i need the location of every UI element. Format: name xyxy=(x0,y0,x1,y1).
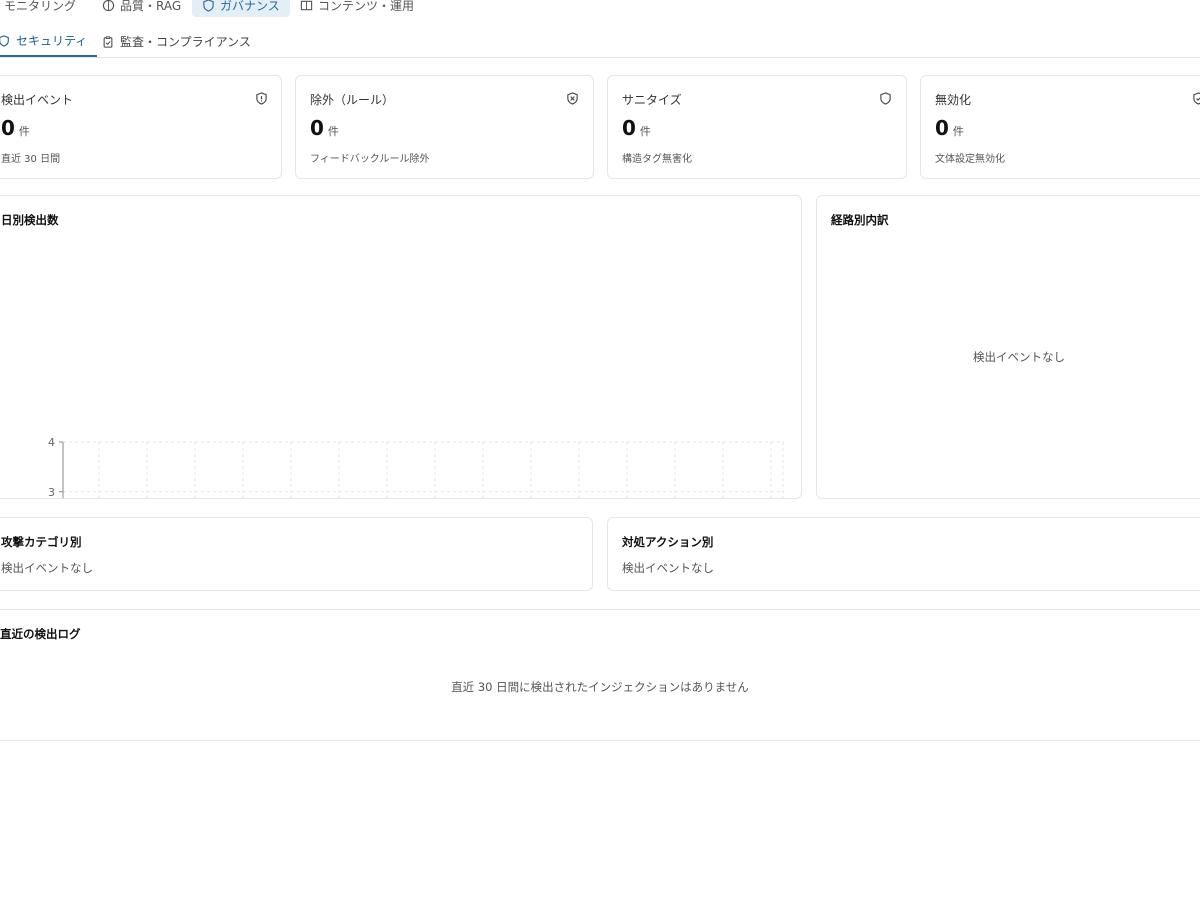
empty-message: 直近 30 日間に検出されたインジェクションはありません xyxy=(451,680,749,694)
stat-unit: 件 xyxy=(327,125,339,138)
stat-number: 0 xyxy=(1,116,15,140)
shield-check-icon xyxy=(1193,92,1200,105)
stat-card-detected-events: 検出イベント 0件 直近 30 日間 xyxy=(0,75,282,179)
stat-unit: 件 xyxy=(18,125,30,138)
y-tick-label: 3 xyxy=(48,486,55,499)
subtab-security[interactable]: セキュリティ xyxy=(0,26,98,57)
stat-title: 無効化 xyxy=(935,93,972,107)
shield-icon xyxy=(880,92,891,105)
empty-message: 検出イベントなし xyxy=(973,350,1065,364)
tab-label: 品質・RAG xyxy=(120,0,182,13)
subtab-audit-compliance[interactable]: 監査・コンプライアンス xyxy=(102,26,251,57)
stat-title: サニタイズ xyxy=(622,93,682,107)
recent-detection-log: 直近の検出ログ 直近 30 日間に検出されたインジェクションはありません xyxy=(0,609,1200,741)
stat-number: 0 xyxy=(935,116,949,140)
shield-icon xyxy=(203,0,214,12)
empty-message: 検出イベントなし xyxy=(622,561,714,575)
stat-card-sanitize: サニタイズ 0件 構造タグ無害化 xyxy=(607,75,907,179)
shield-icon xyxy=(0,34,9,47)
stat-note: 直近 30 日間 xyxy=(1,154,61,165)
action-breakdown-card: 対処アクション別 検出イベントなし xyxy=(607,517,1200,591)
empty-message: 検出イベントなし xyxy=(1,561,93,575)
stat-card-excluded-rules: 除外（ルール） 0件 フィードバックルール除外 xyxy=(295,75,594,179)
stat-card-disabled: 無効化 0件 文体設定無効化 xyxy=(920,75,1200,179)
tab-label: コンテンツ・運用 xyxy=(318,0,415,13)
stat-title: 除外（ルール） xyxy=(310,93,395,107)
daily-detection-chart-card: 日別検出数 0123405-3006-0106-0306-0506-0706-0… xyxy=(0,195,802,499)
subtab-label: セキュリティ xyxy=(16,34,88,48)
brain-icon xyxy=(102,0,115,12)
stat-title: 検出イベント xyxy=(1,93,74,107)
stat-number: 0 xyxy=(622,116,636,140)
shield-alert-icon xyxy=(256,92,267,105)
tab-label: モニタリング xyxy=(4,0,77,13)
clipboard-check-icon xyxy=(103,35,113,48)
section-title: 直近の検出ログ xyxy=(0,627,81,641)
stat-value: 0件 xyxy=(1,116,30,140)
attack-category-card: 攻撃カテゴリ別 検出イベントなし xyxy=(0,517,593,591)
subtab-label: 監査・コンプライアンス xyxy=(120,35,251,49)
y-tick-label: 4 xyxy=(48,436,55,449)
tab-governance[interactable]: ガバナンス xyxy=(192,0,290,17)
stat-value: 0件 xyxy=(310,116,339,140)
tab-monitoring[interactable]: モニタリング xyxy=(0,0,76,17)
stat-note: 文体設定無効化 xyxy=(935,154,1005,165)
stat-value: 0件 xyxy=(622,116,651,140)
daily-detection-chart: 0123405-3006-0106-0306-0506-0706-0906-11… xyxy=(48,436,784,499)
tab-label: ガバナンス xyxy=(220,0,280,13)
section-title: 攻撃カテゴリ別 xyxy=(1,535,82,549)
tab-content-operations[interactable]: コンテンツ・運用 xyxy=(300,0,414,17)
tab-quality-rag[interactable]: 品質・RAG xyxy=(102,0,181,17)
stat-unit: 件 xyxy=(952,125,964,138)
section-title: 経路別内訳 xyxy=(831,213,889,227)
stat-note: フィードバックルール除外 xyxy=(310,154,430,165)
section-title: 対処アクション別 xyxy=(622,535,714,549)
stat-unit: 件 xyxy=(639,125,651,138)
book-icon xyxy=(300,0,313,11)
stat-note: 構造タグ無害化 xyxy=(622,154,692,165)
top-navigation: モニタリング 品質・RAG ガバナンス コンテンツ・運用 xyxy=(0,0,1200,17)
route-breakdown-card: 経路別内訳 検出イベントなし xyxy=(816,195,1200,499)
shield-x-icon xyxy=(567,92,578,105)
stat-number: 0 xyxy=(310,116,324,140)
sub-navigation: セキュリティ 監査・コンプライアンス xyxy=(0,26,1200,58)
stat-value: 0件 xyxy=(935,116,964,140)
